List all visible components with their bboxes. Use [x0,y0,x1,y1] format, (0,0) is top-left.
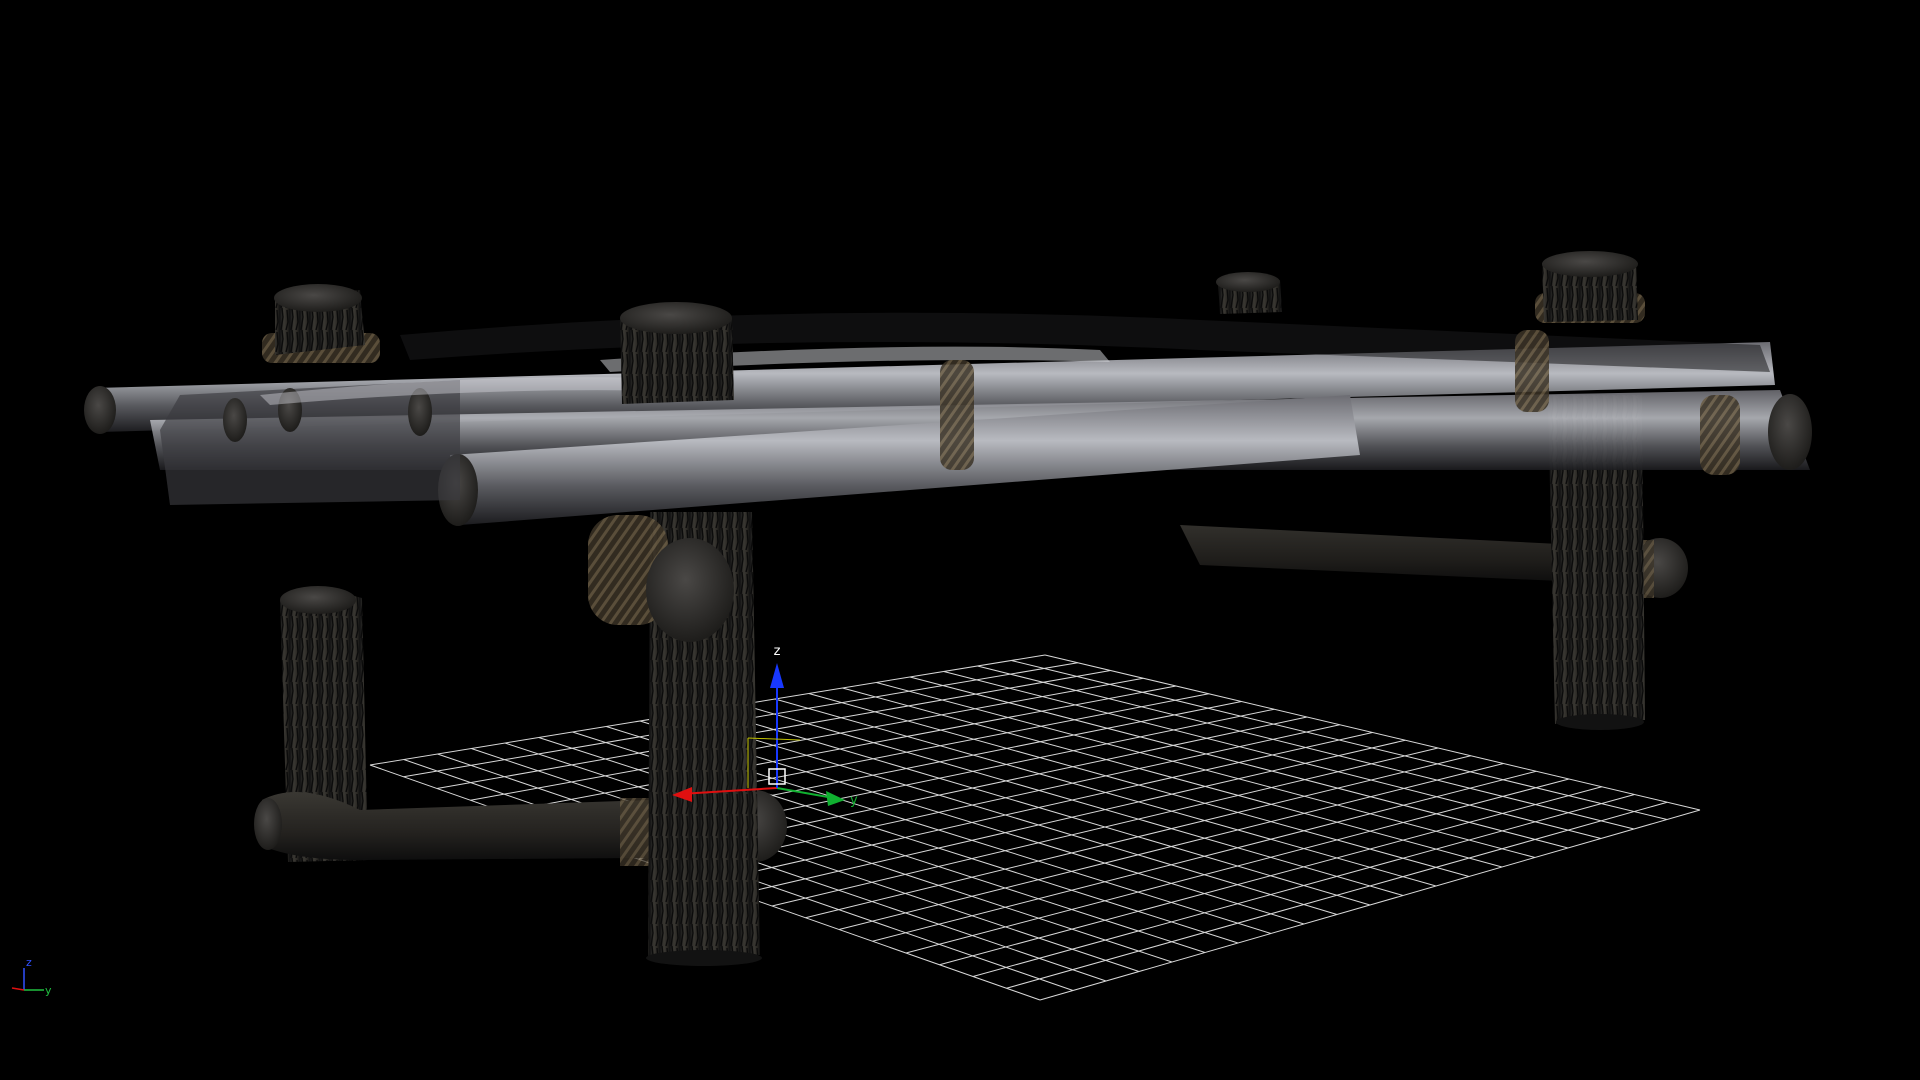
gizmo-y-label: y [850,793,858,808]
view-axis-y-label: y [45,984,52,997]
view-axis-indicator: z y [11,956,52,997]
front-leg [588,512,762,966]
grid-line [977,665,1635,830]
grid-line [1039,809,1701,1001]
3d-viewport[interactable]: z y z y [0,0,1920,1080]
scene-canvas[interactable]: z y z y [0,0,1920,1080]
gizmo-z-arrow[interactable] [770,663,784,688]
gizmo-z-label: z [774,644,781,659]
grid-line [939,786,1602,966]
grid-line [1006,801,1668,989]
view-axis-x [11,987,25,991]
view-axis-z-label: z [26,956,32,969]
grid-line [972,794,1635,977]
